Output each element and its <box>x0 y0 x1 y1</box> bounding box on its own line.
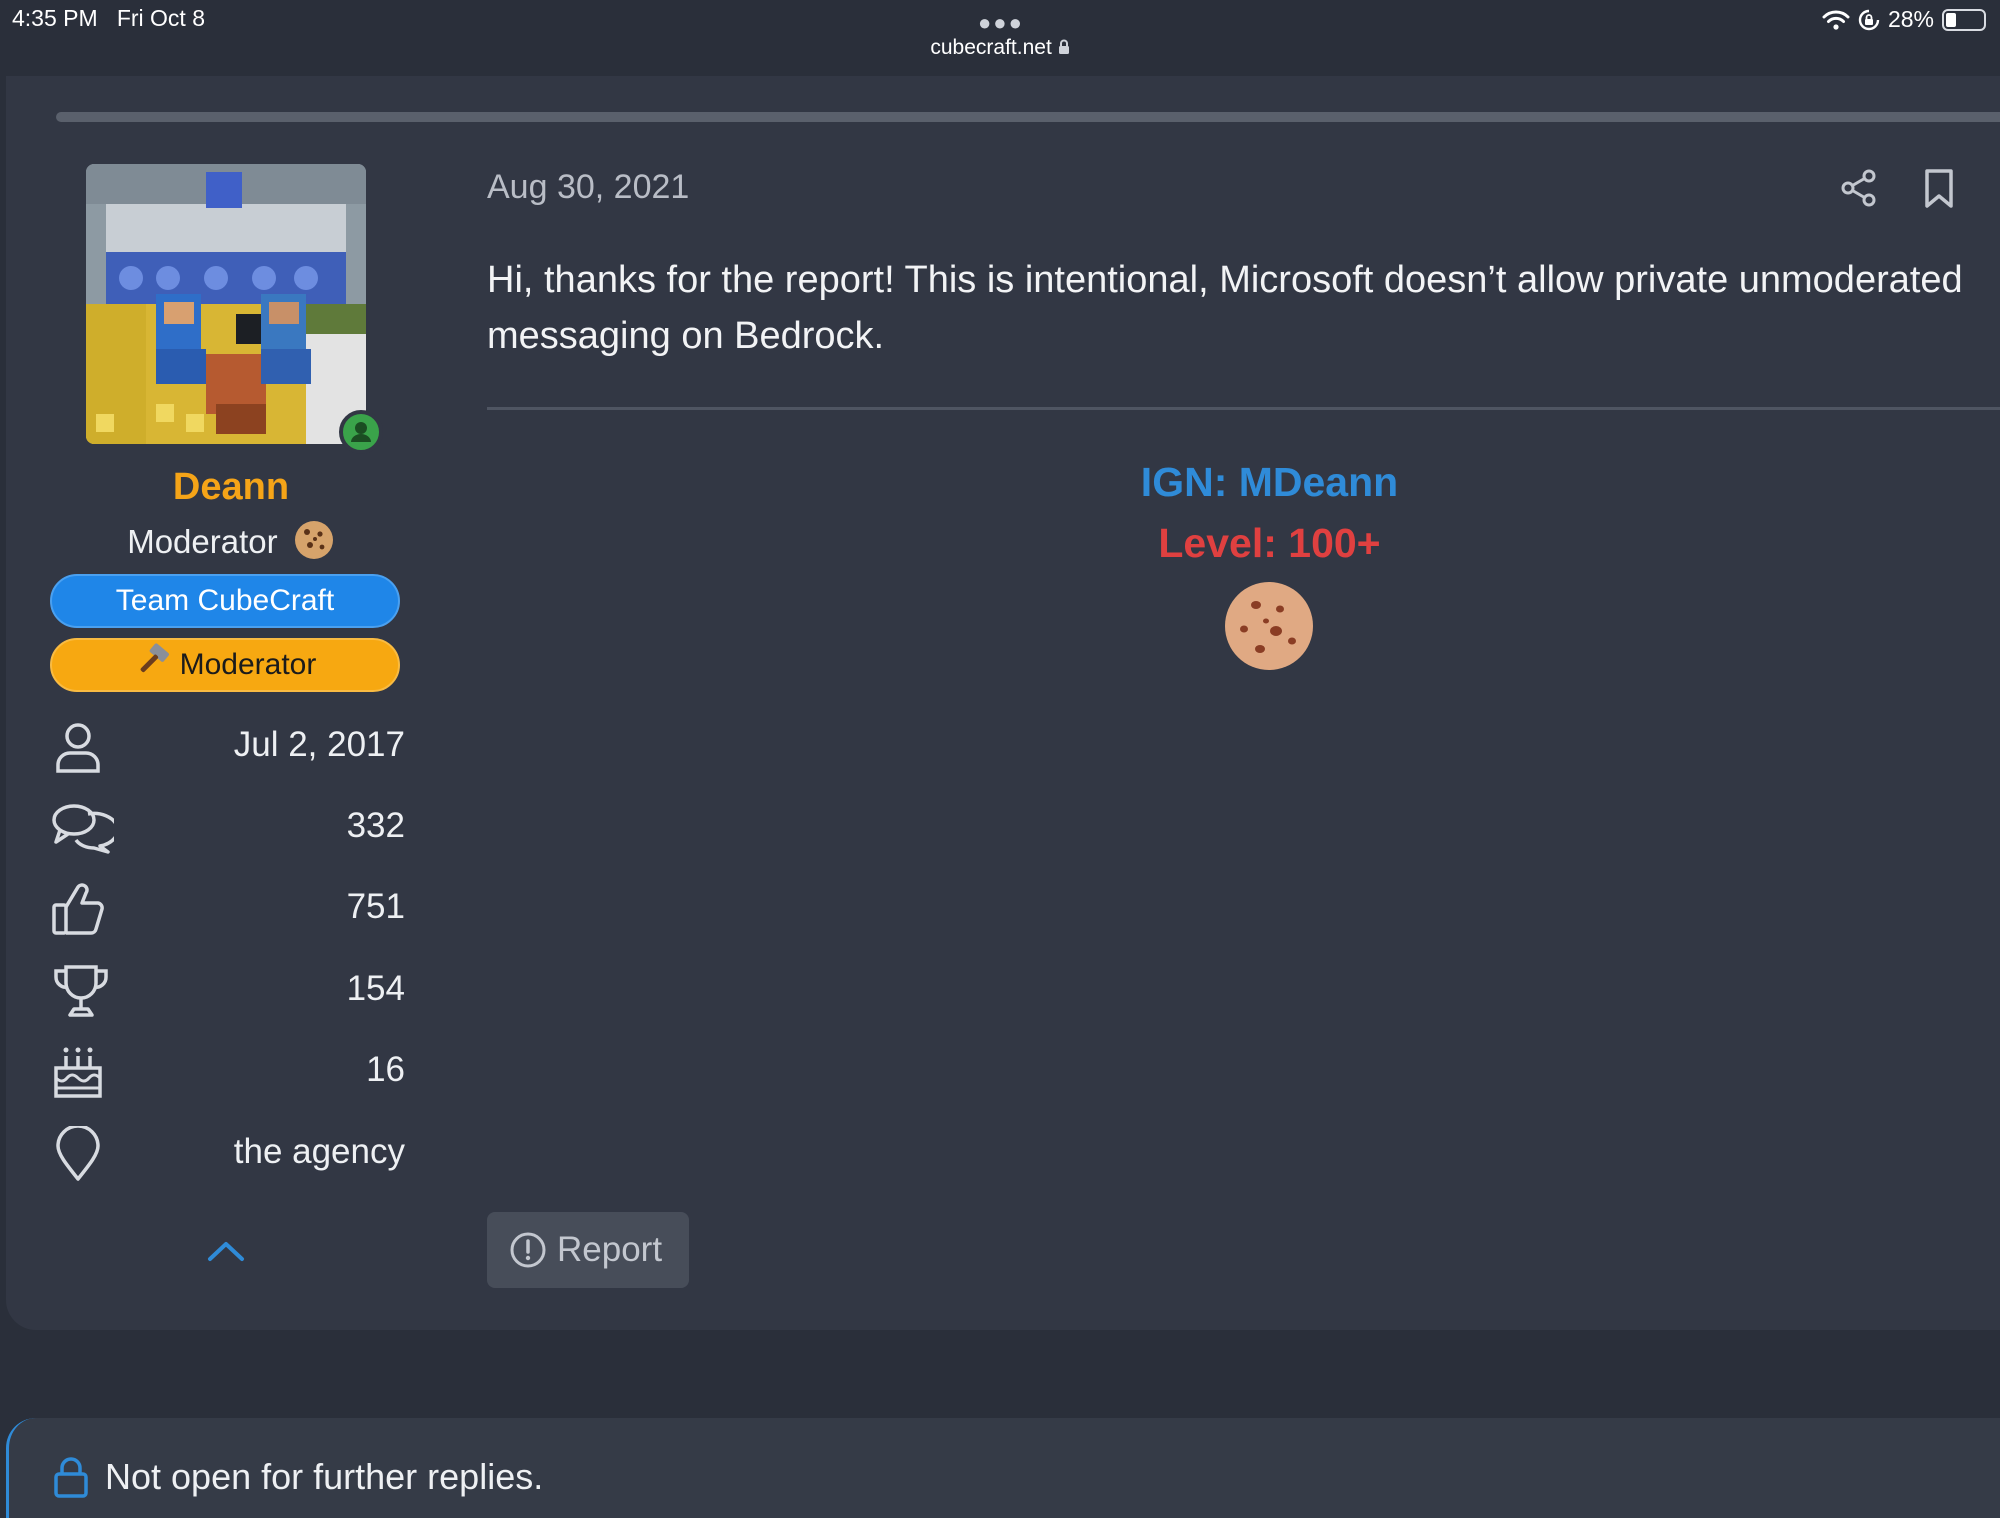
stat-reactions: 751 <box>50 877 405 941</box>
cake-icon <box>54 1047 102 1098</box>
cookie-icon <box>294 521 333 559</box>
stat-joined: Jul 2, 2017 <box>50 715 405 779</box>
rotation-lock-icon <box>1858 9 1880 30</box>
thumbs-up-icon <box>52 883 104 935</box>
stat-messages: 332 <box>50 796 405 860</box>
stat-age: 16 <box>50 1040 405 1104</box>
username[interactable]: Deann <box>56 466 406 509</box>
moderator-banner: Moderator <box>50 638 400 692</box>
bookmark-icon[interactable] <box>1923 168 1955 210</box>
cookie-icon <box>1225 582 1313 670</box>
post-body: Hi, thanks for the report! This is inten… <box>487 259 1963 357</box>
hammer-icon <box>140 643 169 673</box>
signature-level: Level: 100+ <box>1158 520 1381 566</box>
signature-divider <box>487 407 2000 410</box>
stat-points: 154 <box>50 959 405 1023</box>
user-title: Moderator <box>56 519 406 561</box>
status-time: 4:35 PM Fri Oct 8 <box>12 5 205 31</box>
more-dots-icon[interactable]: ●●● <box>978 10 1024 36</box>
report-button[interactable]: Report <box>487 1212 689 1288</box>
status-bar: 4:35 PM Fri Oct 8 ●●● cubecraft.net 28% <box>0 0 2000 76</box>
battery-percent: 28% <box>1887 6 1934 32</box>
report-label: Report <box>557 1230 663 1269</box>
post-card: Deann Moderator Team CubeCraft Moderator… <box>6 76 2000 1330</box>
thread-locked-notice: Not open for further replies. <box>6 1418 2000 1518</box>
battery-icon <box>1942 8 1986 31</box>
url-bar[interactable]: cubecraft.net <box>0 36 2000 60</box>
post-date[interactable]: Aug 30, 2021 <box>487 168 689 207</box>
status-indicators: 28% <box>1822 6 1986 33</box>
report-icon <box>510 1232 546 1268</box>
trophy-icon <box>54 965 108 1017</box>
chevron-up-icon[interactable] <box>206 1239 246 1263</box>
signature-ign: IGN: MDeann <box>1140 459 1399 505</box>
messages-icon <box>52 804 114 854</box>
notice-text: Not open for further replies. <box>105 1456 544 1497</box>
online-icon <box>339 410 383 454</box>
share-icon[interactable] <box>1839 168 1879 208</box>
divider <box>56 112 2000 122</box>
stat-location: the agency <box>50 1122 405 1186</box>
wifi-icon <box>1822 10 1850 30</box>
team-cubecraft-banner: Team CubeCraft <box>50 574 400 628</box>
avatar[interactable] <box>86 164 366 444</box>
location-pin-icon <box>56 1126 100 1181</box>
lock-icon <box>1058 39 1069 54</box>
user-icon <box>56 723 100 773</box>
lock-icon <box>54 1457 88 1498</box>
